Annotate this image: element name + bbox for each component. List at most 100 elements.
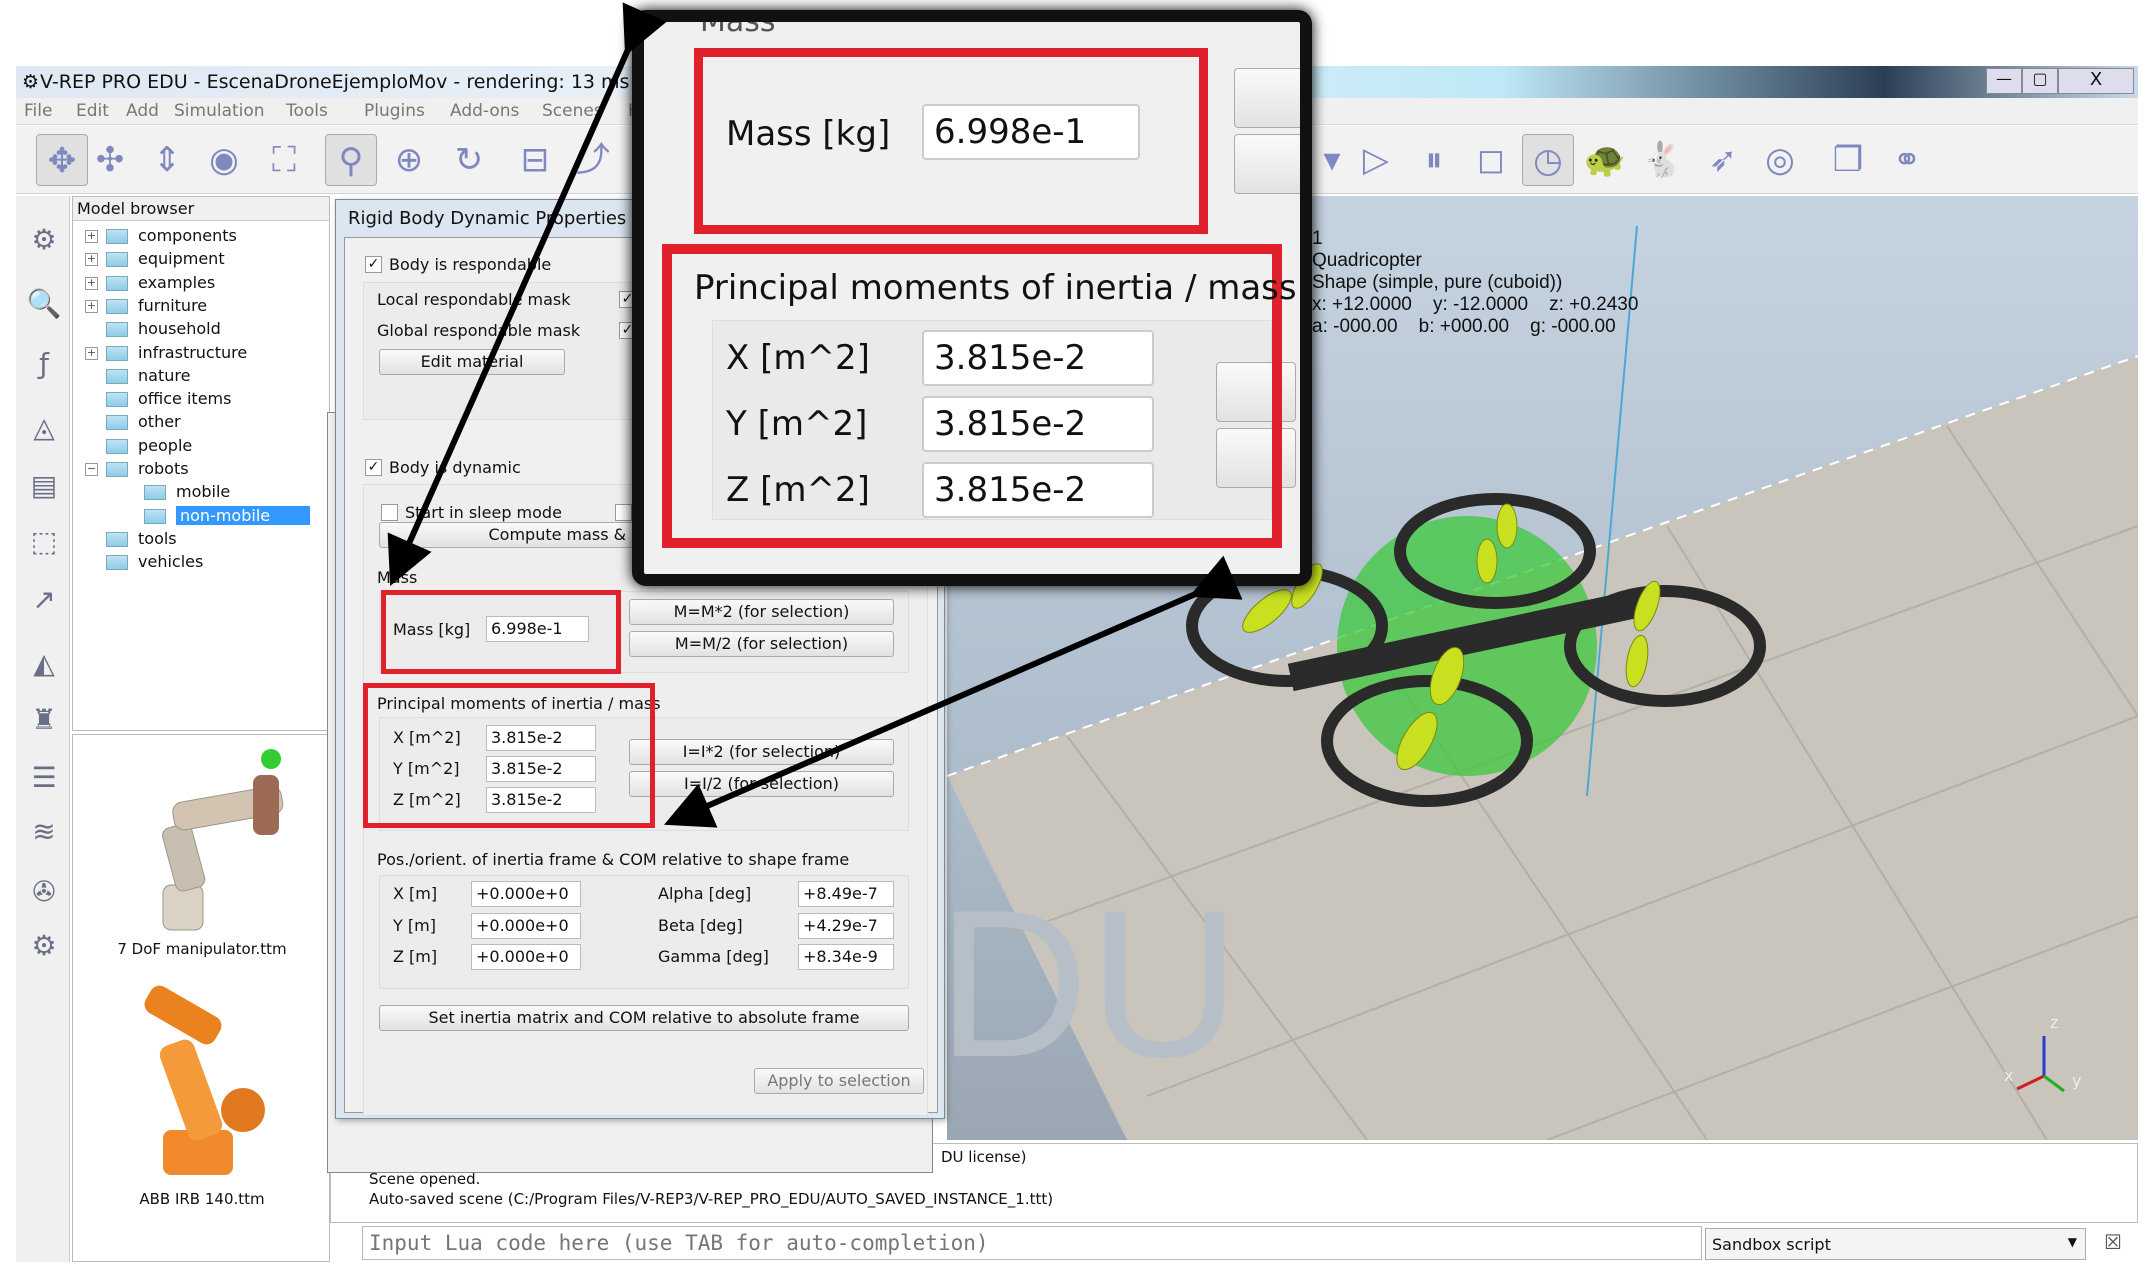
menu-add[interactable]: Add <box>126 101 159 121</box>
menu-add-ons[interactable]: Add-ons <box>450 101 519 121</box>
inset-y-field: 3.815e-2 <box>922 396 1154 452</box>
camera-rotate-button[interactable]: ✣ <box>84 134 136 186</box>
menu-file[interactable]: File <box>24 101 52 121</box>
console-line: DU license) <box>941 1148 1027 1166</box>
manipulator-thumbnail[interactable] <box>103 735 323 945</box>
set-absolute-frame-button[interactable]: Set inertia matrix and COM relative to a… <box>379 1005 909 1031</box>
pos-z-field[interactable]: +0.000e+0 <box>471 944 581 970</box>
secondary-checkbox[interactable] <box>615 504 632 521</box>
abb-irb-thumbnail[interactable] <box>103 980 323 1190</box>
transfer-dna-button[interactable]: ⤴ <box>567 134 619 186</box>
side-tool-icon[interactable]: ◬ <box>24 408 64 448</box>
info-line: 1 <box>1312 228 1323 249</box>
faster-button[interactable]: 🐇 <box>1637 134 1689 186</box>
pos-y-field[interactable]: +0.000e+0 <box>471 913 581 939</box>
expand-toggle[interactable]: + <box>85 346 98 360</box>
camera-shift-button[interactable]: ⇕ <box>141 134 193 186</box>
tree-item-nature[interactable]: nature <box>85 365 190 387</box>
menu-simulation[interactable]: Simulation <box>174 101 265 121</box>
apply-to-selection-button[interactable]: Apply to selection <box>754 1068 924 1094</box>
tree-item-components[interactable]: + components <box>85 225 237 247</box>
camera-angle-button[interactable]: ◉ <box>198 134 250 186</box>
visualization-button[interactable]: ◎ <box>1754 134 1806 186</box>
slower-button[interactable]: 🐢 <box>1579 134 1631 186</box>
close-console-button[interactable]: ☒ <box>2104 1230 2122 1254</box>
alpha-field[interactable]: +8.49e-7 <box>798 881 894 907</box>
respondable-label: Body is respondable <box>389 255 552 274</box>
menu-scenes[interactable]: Scenes <box>542 101 603 121</box>
tree-item-equipment[interactable]: + equipment <box>85 248 225 270</box>
side-tool-icon[interactable]: ↗ <box>24 580 64 620</box>
folder-icon <box>144 508 166 524</box>
mass-half-button[interactable]: M=M/2 (for selection) <box>629 631 894 657</box>
tree-item-other[interactable]: other <box>85 411 181 433</box>
minimize-button[interactable]: — <box>1986 68 2022 94</box>
expand-toggle[interactable]: + <box>85 253 98 267</box>
sleep-mode-checkbox[interactable] <box>381 504 398 521</box>
folder-icon <box>106 322 128 338</box>
side-tool-icon[interactable]: ≋ <box>24 812 64 852</box>
local-mask-label: Local respondable mask <box>377 290 571 309</box>
page-selector-button[interactable]: ❐ <box>1822 134 1874 186</box>
scene-selector-button[interactable]: ⚭ <box>1881 134 1933 186</box>
object-shift-button[interactable]: ⊕ <box>383 134 435 186</box>
tree-item-household[interactable]: household <box>85 318 221 340</box>
global-mask-label: Global respondable mask <box>377 321 581 340</box>
lua-command-input[interactable] <box>362 1226 1702 1260</box>
tree-item-mobile[interactable]: mobile <box>123 481 230 503</box>
pos-x-field[interactable]: +0.000e+0 <box>471 881 581 907</box>
menu-edit[interactable]: Edit <box>76 101 109 121</box>
side-tool-icon[interactable]: ◭ <box>24 644 64 684</box>
side-tool-icon[interactable]: ƒ <box>24 344 64 384</box>
tree-item-office-items[interactable]: office items <box>85 388 231 410</box>
tree-item-people[interactable]: people <box>85 435 192 457</box>
object-rotate-button[interactable]: ↻ <box>443 134 495 186</box>
info-line: x: +12.0000 y: -12.0000 z: +0.2430 <box>1312 294 1639 315</box>
side-tool-icon[interactable]: ✇ <box>24 872 64 912</box>
side-tool-icon[interactable]: ⬚ <box>24 522 64 562</box>
play-button[interactable]: ▷ <box>1350 134 1402 186</box>
side-tool-icon[interactable]: ☰ <box>24 758 64 798</box>
side-tool-icon[interactable]: ⚙ <box>24 220 64 260</box>
expand-toggle[interactable]: + <box>85 276 98 290</box>
edit-material-button[interactable]: Edit material <box>379 349 565 375</box>
tree-item-tools[interactable]: tools <box>85 528 177 550</box>
script-select[interactable]: Sandbox script ▼ <box>1705 1228 2086 1260</box>
gamma-field[interactable]: +8.34e-9 <box>798 944 894 970</box>
pause-button[interactable]: ⏸ <box>1408 134 1460 186</box>
expand-toggle[interactable]: + <box>85 230 98 243</box>
expand-toggle[interactable]: + <box>85 299 98 313</box>
tree-item-examples[interactable]: + examples <box>85 272 215 294</box>
maximize-button[interactable]: ▢ <box>2022 68 2058 94</box>
stop-button[interactable]: ◻ <box>1465 134 1517 186</box>
click-selection-button[interactable]: ⚲ <box>325 134 377 186</box>
menu-plugins[interactable]: Plugins <box>364 101 425 121</box>
menu-tools[interactable]: Tools <box>286 101 328 121</box>
side-tool-icon[interactable]: ▤ <box>24 466 64 506</box>
expand-toggle[interactable]: − <box>85 463 98 476</box>
folder-icon <box>106 345 128 361</box>
respondable-checkbox[interactable]: ✓ <box>365 256 382 273</box>
mass-double-button[interactable]: M=M*2 (for selection) <box>629 599 894 625</box>
side-tool-icon[interactable]: ⚙ <box>24 926 64 966</box>
camera-pan-button[interactable]: ✥ <box>36 134 88 186</box>
inertia-double-button[interactable]: I=I*2 (for selection) <box>629 739 894 765</box>
info-line: a: -000.00 b: +000.00 g: -000.00 <box>1312 316 1616 337</box>
tree-item-robots[interactable]: − robots <box>85 458 189 480</box>
beta-field[interactable]: +4.29e-7 <box>798 913 894 939</box>
thumbnail-label: 7 DoF manipulator.ttm <box>117 940 287 958</box>
assemble-button[interactable]: ⊟ <box>509 134 561 186</box>
folder-icon <box>106 555 128 571</box>
inertia-half-button[interactable]: I=I/2 (for selection) <box>629 771 894 797</box>
tree-item-infrastructure[interactable]: + infrastructure <box>85 342 247 364</box>
tree-item-furniture[interactable]: + furniture <box>85 295 207 317</box>
thread-rendering-button[interactable]: ➶ <box>1697 134 1749 186</box>
close-button[interactable]: X <box>2058 68 2134 94</box>
tree-item-non-mobile[interactable]: non-mobile <box>123 505 311 527</box>
side-tool-icon[interactable]: 🔍 <box>24 284 64 324</box>
real-time-button[interactable]: ◷ <box>1522 134 1574 186</box>
fit-to-view-button[interactable]: ⛶ <box>258 134 310 186</box>
side-tool-icon[interactable]: ♜ <box>24 700 64 740</box>
dynamic-checkbox[interactable]: ✓ <box>365 459 382 476</box>
tree-item-vehicles[interactable]: vehicles <box>85 551 203 573</box>
